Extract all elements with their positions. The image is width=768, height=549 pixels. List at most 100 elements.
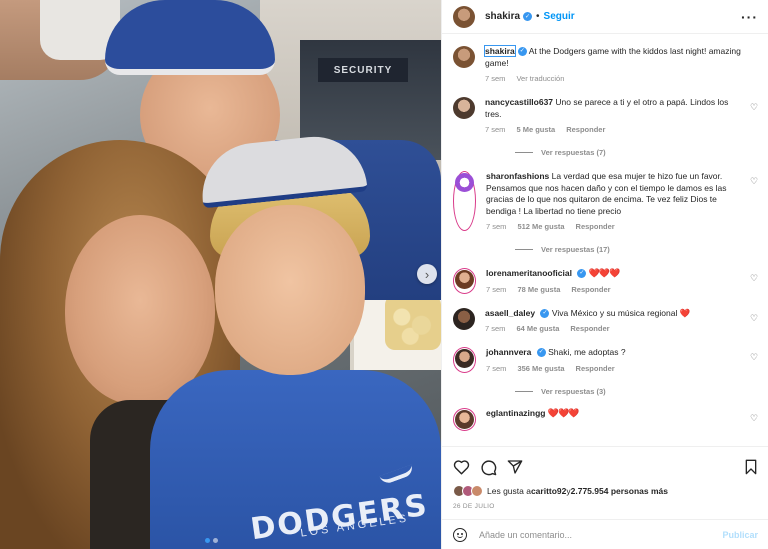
comment-text: Shaki, me adoptas ? (548, 347, 626, 357)
like-heart-icon[interactable]: ♡ (750, 313, 759, 323)
comment-avatar[interactable] (453, 97, 475, 119)
security-sign: SECURITY (318, 58, 408, 82)
caption-time[interactable]: 7 sem (485, 74, 505, 83)
reply-button[interactable]: Responder (571, 285, 610, 294)
comment-likes[interactable]: 5 Me gusta (516, 125, 555, 134)
comment-avatar (455, 409, 474, 429)
emoji-icon[interactable] (453, 527, 467, 542)
comment-text: ❤️❤️❤️ (547, 407, 580, 418)
comment-bubble-icon[interactable] (480, 459, 497, 476)
view-replies-label: Ver respuestas (3) (541, 386, 606, 396)
view-replies-button[interactable]: Ver respuestas (7) (515, 148, 759, 157)
likers-avatars (453, 485, 483, 497)
likes-user[interactable]: caritto92 (531, 486, 566, 496)
comment-likes[interactable]: 64 Me gusta (516, 324, 559, 333)
reply-button[interactable]: Responder (566, 125, 605, 134)
bookmark-icon[interactable] (744, 459, 758, 475)
comment-username[interactable]: asaell_daley (485, 308, 535, 318)
reply-button[interactable]: Responder (570, 324, 609, 333)
view-replies-label: Ver respuestas (7) (541, 148, 606, 157)
add-comment-bar: Publicar (442, 519, 768, 549)
post-header: shakira ✓ • Seguir ··· (442, 0, 768, 34)
view-replies-button[interactable]: Ver respuestas (17) (515, 245, 759, 254)
comment-text: Viva México y su música regional ❤️ (551, 307, 691, 318)
like-heart-icon[interactable]: ♡ (750, 353, 759, 362)
verified-badge-icon: ✓ (523, 12, 533, 21)
caption: shakira ✓ At the Dodgers game with the ki… (453, 45, 759, 83)
more-options-icon[interactable]: ··· (741, 9, 758, 25)
like-heart-icon[interactable]: ♡ (750, 177, 759, 186)
reply-button[interactable]: Responder (576, 364, 615, 373)
caption-username[interactable]: shakira (484, 45, 516, 57)
like-heart-icon[interactable]: ♡ (750, 274, 759, 283)
comment-input[interactable] (479, 529, 723, 540)
comment-time[interactable]: 7 sem (485, 324, 505, 333)
comment-row: nancycastillo637 Uno se parece a ti y el… (453, 97, 759, 134)
verified-badge-icon: ✓ (536, 348, 546, 358)
verified-badge-icon: ✓ (540, 308, 550, 318)
comment-likes[interactable]: 512 Me gusta (517, 222, 564, 231)
verified-badge-icon: ✓ (577, 269, 587, 279)
story-ring[interactable] (453, 268, 476, 294)
follow-button[interactable]: Seguir (544, 11, 575, 22)
post-photo[interactable]: SECURITY LOS ANGELES DODGERS › (0, 0, 441, 549)
comment-username[interactable]: eglantinazingg (486, 408, 546, 418)
comment-avatar[interactable] (453, 307, 475, 330)
carousel-dot (213, 538, 218, 543)
translate-link[interactable]: Ver traducción (516, 74, 564, 83)
likes-count[interactable]: 2.775.954 personas más (571, 486, 668, 496)
comment-username[interactable]: nancycastillo637 (485, 97, 553, 107)
view-replies-button[interactable]: Ver respuestas (3) (515, 387, 759, 396)
view-replies-label: Ver respuestas (17) (541, 245, 610, 254)
woman-face (65, 215, 215, 405)
comment-likes[interactable]: 78 Me gusta (517, 285, 560, 294)
story-ring[interactable] (453, 347, 476, 373)
reply-button[interactable]: Responder (576, 222, 615, 231)
comment-row: sharonfashions La verdad que esa mujer t… (453, 171, 759, 231)
comment-row: asaell_daley ✓ Viva México y su música r… (453, 307, 759, 333)
comment-text: ❤️❤️❤️ (588, 268, 621, 278)
carousel-next-button[interactable]: › (417, 264, 437, 284)
comment-username[interactable]: sharonfashions (486, 171, 549, 181)
comment-avatar (455, 349, 474, 368)
story-ring[interactable] (453, 171, 476, 231)
comment-time[interactable]: 7 sem (486, 222, 506, 231)
post-side-panel: shakira ✓ • Seguir ··· shakira ✓ At the D… (441, 0, 768, 549)
comment-time[interactable]: 7 sem (486, 285, 506, 294)
caption-avatar[interactable] (453, 46, 475, 68)
comment-likes[interactable]: 356 Me gusta (517, 364, 564, 373)
replies-line (515, 390, 533, 392)
comment-username[interactable]: johannvera (486, 347, 531, 357)
header-separator: • (536, 11, 540, 22)
like-heart-icon[interactable]: ♡ (750, 413, 759, 423)
author-username[interactable]: shakira (485, 11, 520, 22)
comment-avatar (455, 270, 474, 289)
like-heart-icon[interactable] (453, 459, 470, 475)
carousel-dot-active (205, 538, 210, 543)
publish-button[interactable]: Publicar (722, 530, 758, 540)
likes-prefix: Les gusta a (487, 486, 531, 496)
replies-line (515, 152, 533, 153)
younger-boy-face (215, 205, 365, 375)
post-date[interactable]: 26 DE JULIO (453, 503, 758, 510)
carousel-dots (205, 538, 218, 543)
comment-time[interactable]: 7 sem (486, 364, 506, 373)
comment-row: lorenameritanooficial ✓ ❤️❤️❤️ 7 sem 78 … (453, 268, 759, 294)
liker-avatar (471, 485, 483, 497)
comment-avatar (455, 173, 474, 192)
replies-line (515, 249, 533, 250)
comment-row: johannvera ✓ Shaki, me adoptas ? 7 sem 3… (453, 347, 759, 373)
comment-time[interactable]: 7 sem (485, 125, 505, 134)
likes-summary[interactable]: Les gusta a caritto92 y 2.775.954 person… (453, 485, 758, 497)
like-heart-icon[interactable]: ♡ (750, 103, 759, 112)
older-boy-cap (105, 0, 275, 75)
author-avatar[interactable] (453, 5, 475, 28)
action-bar: Les gusta a caritto92 y 2.775.954 person… (442, 446, 768, 510)
comment-row: eglantinazingg ❤️❤️❤️ ♡ (453, 407, 759, 431)
popcorn (385, 295, 441, 350)
story-ring[interactable] (453, 407, 476, 431)
verified-badge-icon: ✓ (517, 47, 527, 57)
share-icon[interactable] (507, 459, 523, 475)
comment-username[interactable]: lorenameritanooficial (486, 268, 572, 278)
comments-list[interactable]: shakira ✓ At the Dodgers game with the ki… (442, 34, 768, 446)
